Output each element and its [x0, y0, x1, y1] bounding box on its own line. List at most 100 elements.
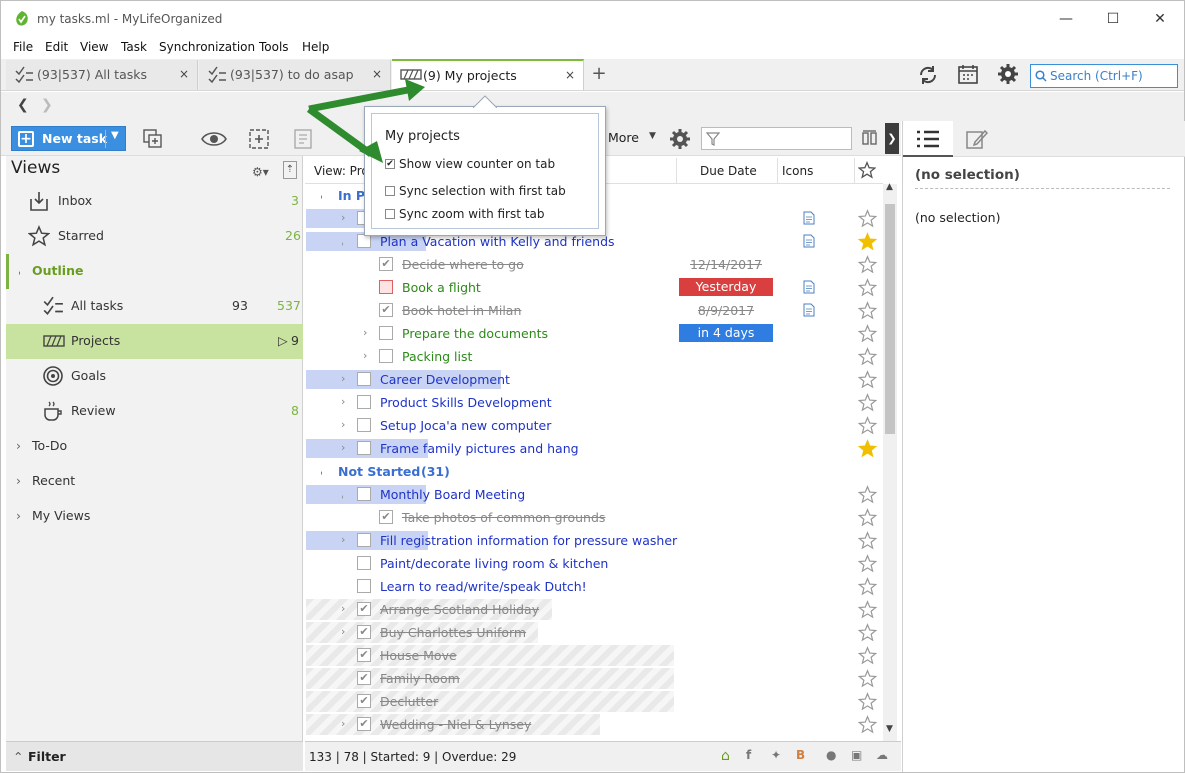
views-settings-icon[interactable]: ⚙▾	[252, 165, 269, 179]
note-icon[interactable]	[803, 303, 815, 317]
expand-icon[interactable]: ›	[341, 602, 345, 615]
task-checkbox[interactable]	[357, 234, 371, 248]
task-checkbox[interactable]: ✔	[357, 625, 371, 639]
task-row[interactable]: ˌ Monthly Board Meeting	[306, 483, 879, 506]
tab-all-tasks[interactable]: (93|537) All tasks ×	[6, 60, 198, 90]
star-outline-icon[interactable]	[858, 623, 877, 642]
menu-tools[interactable]: Tools	[259, 40, 289, 54]
star-outline-icon[interactable]	[858, 255, 877, 274]
minimize-button[interactable]: —	[1051, 7, 1081, 31]
star-outline-icon[interactable]	[858, 347, 877, 366]
collapse-icon[interactable]: ˌ	[341, 487, 344, 500]
forward-arrow-icon[interactable]: ❯	[41, 97, 53, 113]
star-filled-icon[interactable]	[858, 232, 877, 251]
scrollbar-thumb[interactable]	[885, 204, 895, 434]
task-row[interactable]: Learn to read/write/speak Dutch!	[306, 575, 879, 598]
sidebar-item-my-views[interactable]: › My Views	[6, 499, 303, 534]
task-title[interactable]: Prepare the documents	[402, 326, 548, 341]
collapse-icon[interactable]: ˌ	[18, 263, 21, 276]
expand-icon[interactable]: ›	[16, 473, 21, 488]
vertical-scrollbar[interactable]: ▲ ▼	[883, 182, 897, 741]
task-title[interactable]: Buy Charlottes Uniform	[380, 625, 526, 640]
expand-icon[interactable]: ›	[363, 326, 367, 339]
collapse-icon[interactable]: ˌ	[320, 463, 323, 476]
cloud-icon[interactable]: ☁	[876, 748, 888, 762]
tab-close-icon[interactable]: ×	[179, 67, 189, 81]
task-checkbox[interactable]	[357, 441, 371, 455]
sidebar-item-projects[interactable]: Projects ▷ 9	[6, 324, 303, 359]
task-checkbox[interactable]	[357, 533, 371, 547]
star-outline-icon[interactable]	[858, 554, 877, 573]
task-title[interactable]: Plan a Vacation with Kelly and friends	[380, 234, 615, 249]
star-outline-icon[interactable]	[858, 416, 877, 435]
menu-help[interactable]: Help	[302, 40, 329, 54]
task-title[interactable]: Career Development	[380, 372, 510, 387]
task-title[interactable]: Monthly Board Meeting	[380, 487, 525, 502]
star-outline-icon[interactable]	[858, 577, 877, 596]
expand-icon[interactable]: ›	[363, 349, 367, 362]
expand-icon[interactable]: ›	[341, 395, 345, 408]
task-title[interactable]: Decide where to go	[402, 257, 524, 272]
checkbox[interactable]	[385, 186, 395, 196]
twitter-icon[interactable]: ✦	[771, 748, 781, 762]
maximize-button[interactable]: ☐	[1098, 7, 1128, 31]
task-checkbox[interactable]: ✔	[357, 648, 371, 662]
task-row[interactable]: ✔ Family Room	[306, 667, 879, 690]
expand-icon[interactable]: ›	[16, 508, 21, 523]
new-task-dropdown-icon[interactable]: ▼	[111, 130, 119, 141]
star-outline-icon[interactable]	[858, 646, 877, 665]
eye-icon[interactable]	[201, 131, 227, 147]
more-button[interactable]: More	[608, 130, 639, 145]
task-row[interactable]: › Career Development	[306, 368, 879, 391]
star-column-icon[interactable]	[858, 161, 876, 179]
task-row[interactable]: › ✔ Buy Charlottes Uniform	[306, 621, 879, 644]
star-outline-icon[interactable]	[858, 370, 877, 389]
task-title[interactable]: Product Skills Development	[380, 395, 552, 410]
star-outline-icon[interactable]	[858, 692, 877, 711]
scroll-down-icon[interactable]: ▼	[886, 724, 893, 734]
star-outline-icon[interactable]	[858, 715, 877, 734]
edit-note-icon[interactable]	[965, 127, 989, 151]
task-title[interactable]: Arrange Scotland Holiday	[380, 602, 539, 617]
task-checkbox[interactable]: ✔	[357, 671, 371, 685]
menu-file[interactable]: File	[13, 40, 33, 54]
column-header-due-date[interactable]: Due Date	[700, 164, 757, 178]
task-row[interactable]: › ✔ Wedding - Niel & Lynsey	[306, 713, 879, 736]
task-title[interactable]: Family Room	[380, 671, 460, 686]
sidebar-item-to-do[interactable]: › To-Do	[6, 429, 303, 464]
task-row[interactable]: › Setup Joca'a new computer	[306, 414, 879, 437]
task-title[interactable]: Packing list	[402, 349, 472, 364]
sidebar-item-recent[interactable]: › Recent	[6, 464, 303, 499]
task-title[interactable]: Paint/decorate living room & kitchen	[380, 556, 608, 571]
task-checkbox[interactable]	[357, 372, 371, 386]
columns-icon[interactable]	[862, 130, 878, 146]
calendar-icon[interactable]	[958, 64, 978, 84]
task-row[interactable]: ✔ Decide where to go 12/14/2017	[306, 253, 879, 276]
task-checkbox[interactable]: ✔	[379, 257, 393, 271]
task-title[interactable]: Wedding - Niel & Lynsey	[380, 717, 531, 732]
expand-icon[interactable]: ›	[341, 625, 345, 638]
task-row[interactable]: ✔ Declutter	[306, 690, 879, 713]
task-checkbox[interactable]	[379, 349, 393, 363]
task-row[interactable]: ✔ Book hotel in Milan 8/9/2017	[306, 299, 879, 322]
add-subtask-icon[interactable]	[143, 129, 163, 149]
add-tab-button[interactable]: +	[587, 63, 611, 87]
star-outline-icon[interactable]	[858, 278, 877, 297]
expand-icon[interactable]: ›	[341, 211, 345, 224]
expand-icon[interactable]: ›	[341, 441, 345, 454]
task-title[interactable]: Declutter	[380, 694, 438, 709]
play-icon[interactable]: ▷	[278, 333, 288, 348]
sync-icon[interactable]	[917, 65, 939, 85]
expand-icon[interactable]: ›	[341, 717, 345, 730]
star-outline-icon[interactable]	[858, 669, 877, 688]
expand-icon[interactable]: ›	[341, 372, 345, 385]
task-row[interactable]: Book a flight Yesterday	[306, 276, 879, 299]
android-icon[interactable]: ▣	[851, 748, 862, 762]
expand-icon[interactable]: ›	[341, 533, 345, 546]
search-input[interactable]: Search (Ctrl+F)	[1030, 64, 1178, 88]
task-title[interactable]: Fill registration information for pressu…	[380, 533, 677, 548]
back-arrow-icon[interactable]: ❮	[17, 97, 29, 113]
task-checkbox[interactable]	[357, 395, 371, 409]
settings-gear-icon[interactable]	[997, 63, 1019, 85]
blogger-icon[interactable]: B	[796, 748, 805, 762]
